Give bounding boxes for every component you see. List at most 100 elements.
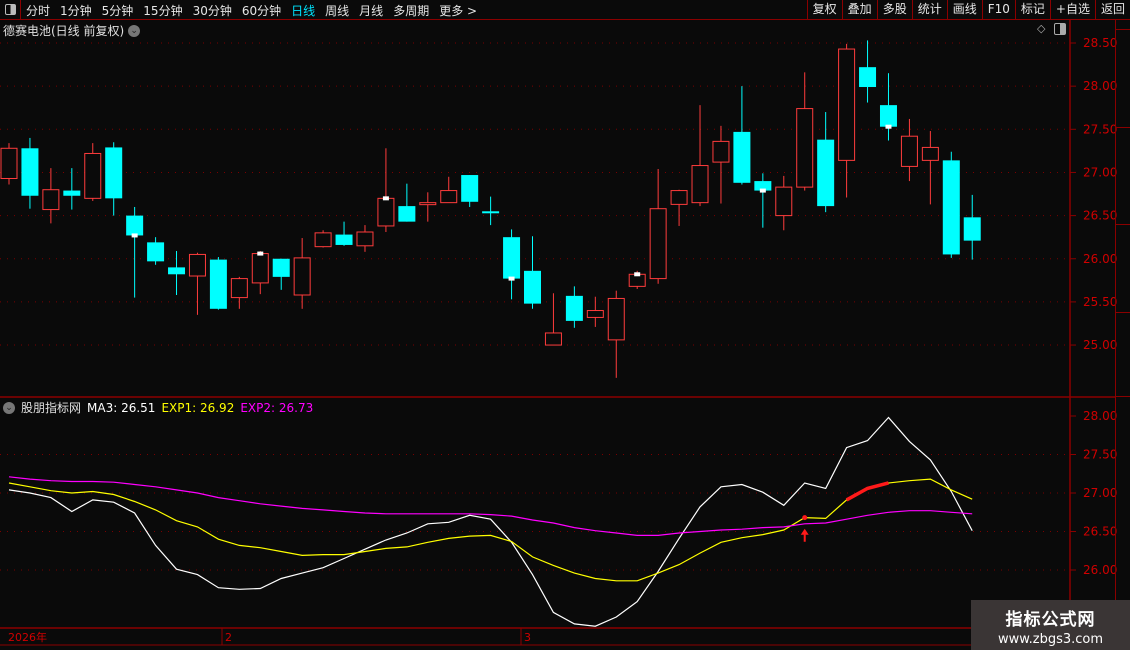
indicator-tick-label: 28.00 <box>1083 409 1117 423</box>
candle-body <box>921 146 939 161</box>
candle-body <box>293 257 311 296</box>
candle <box>440 176 458 204</box>
candle <box>84 143 102 201</box>
candle <box>503 229 521 300</box>
watermark: 指标公式网 www.zbgs3.com <box>971 600 1130 650</box>
candle <box>482 196 500 226</box>
candle-body <box>733 131 751 183</box>
date-label: 2 <box>225 631 232 644</box>
candle-body <box>461 175 479 202</box>
candle-body <box>356 231 374 247</box>
indicator-tick-label: 27.50 <box>1083 448 1117 462</box>
candle <box>859 40 877 103</box>
candle-body <box>838 48 856 161</box>
chevron-down-icon[interactable]: ⌄ <box>3 401 15 414</box>
candle <box>356 225 374 252</box>
candle <box>817 112 835 213</box>
indicator-name[interactable]: 股朋指标网 <box>21 399 81 416</box>
candle <box>0 143 18 185</box>
candle <box>251 250 269 295</box>
candle <box>900 118 918 182</box>
buy-arrow-icon <box>800 528 809 542</box>
candle-body <box>63 190 81 196</box>
signal-dot <box>802 515 808 521</box>
side-tab[interactable] <box>1116 313 1130 397</box>
price-tick-label: 26.00 <box>1083 252 1117 266</box>
price-tick-label: 26.50 <box>1083 209 1117 223</box>
candle <box>188 252 206 315</box>
candle-body <box>879 105 897 127</box>
close-marker <box>759 188 766 193</box>
side-tab[interactable] <box>1116 30 1130 128</box>
candle-body <box>817 139 835 207</box>
candle-body <box>649 208 667 280</box>
candle <box>775 175 793 231</box>
candle <box>733 86 751 185</box>
candle-body <box>712 140 730 163</box>
candle <box>942 151 960 258</box>
candle <box>419 192 437 222</box>
candle-body <box>21 148 39 196</box>
candle-body <box>335 234 353 245</box>
candle-body <box>524 270 541 304</box>
candle <box>126 206 144 298</box>
line-ma3 <box>8 416 973 627</box>
price-tick-label: 28.00 <box>1083 79 1117 93</box>
indicator-tick-label: 26.50 <box>1083 525 1117 539</box>
date-label: 2026年 <box>8 630 47 644</box>
close-marker <box>382 196 389 201</box>
candle <box>42 168 60 224</box>
close-marker <box>131 233 138 238</box>
candle-body <box>209 259 227 309</box>
candle <box>524 236 541 309</box>
candle <box>921 131 939 205</box>
candle <box>712 125 730 204</box>
kline-chart[interactable]: 28.50 28.00 27.50 27.00 26.50 26.00 25.50 25.00… <box>0 0 1130 650</box>
close-marker <box>508 276 515 281</box>
candle-body <box>691 165 709 204</box>
price-tick-label: 25.00 <box>1083 338 1117 352</box>
candle <box>293 238 311 309</box>
candle <box>377 148 395 232</box>
candle <box>691 105 709 207</box>
candle <box>230 276 248 309</box>
candle-body <box>419 202 437 206</box>
candle-body <box>251 253 269 284</box>
indicator-legend: ⌄ 股朋指标网 MA3: 26.51 EXP1: 26.92 EXP2: 26.… <box>3 399 313 416</box>
candle-body <box>42 189 60 211</box>
candle <box>335 221 353 246</box>
exp2-value: EXP2: 26.73 <box>240 400 314 415</box>
candle-body <box>440 190 458 204</box>
date-label: 3 <box>524 631 531 644</box>
close-marker <box>634 272 641 277</box>
candle-body <box>105 147 123 199</box>
candle <box>63 168 81 210</box>
candle-body <box>900 135 918 167</box>
price-tick-label: 25.50 <box>1083 295 1117 309</box>
candle-body <box>796 108 814 188</box>
side-tab[interactable] <box>1116 20 1130 30</box>
candle-body <box>147 242 165 262</box>
candle <box>168 250 186 295</box>
candle-body <box>482 211 500 214</box>
price-tick-label: 28.50 <box>1083 36 1117 50</box>
side-tab[interactable] <box>1116 397 1130 617</box>
price-tick-label: 27.00 <box>1083 165 1117 179</box>
candle-body <box>503 237 521 279</box>
candle <box>838 43 856 198</box>
side-tab[interactable] <box>1116 225 1130 313</box>
price-tick-label: 27.50 <box>1083 122 1117 136</box>
exp1-highlight-segment <box>845 481 889 502</box>
close-marker <box>257 251 264 256</box>
candle-body <box>0 147 18 179</box>
side-tab[interactable] <box>1116 128 1130 225</box>
candle-body <box>272 258 290 277</box>
candle <box>314 230 332 248</box>
candle <box>21 137 39 209</box>
candle <box>649 168 667 284</box>
candle <box>105 142 123 216</box>
indicator-tick-label: 26.00 <box>1083 563 1117 577</box>
ma3-value: MA3: 26.51 <box>87 400 156 415</box>
candle-body <box>314 232 332 248</box>
candle <box>796 72 814 191</box>
